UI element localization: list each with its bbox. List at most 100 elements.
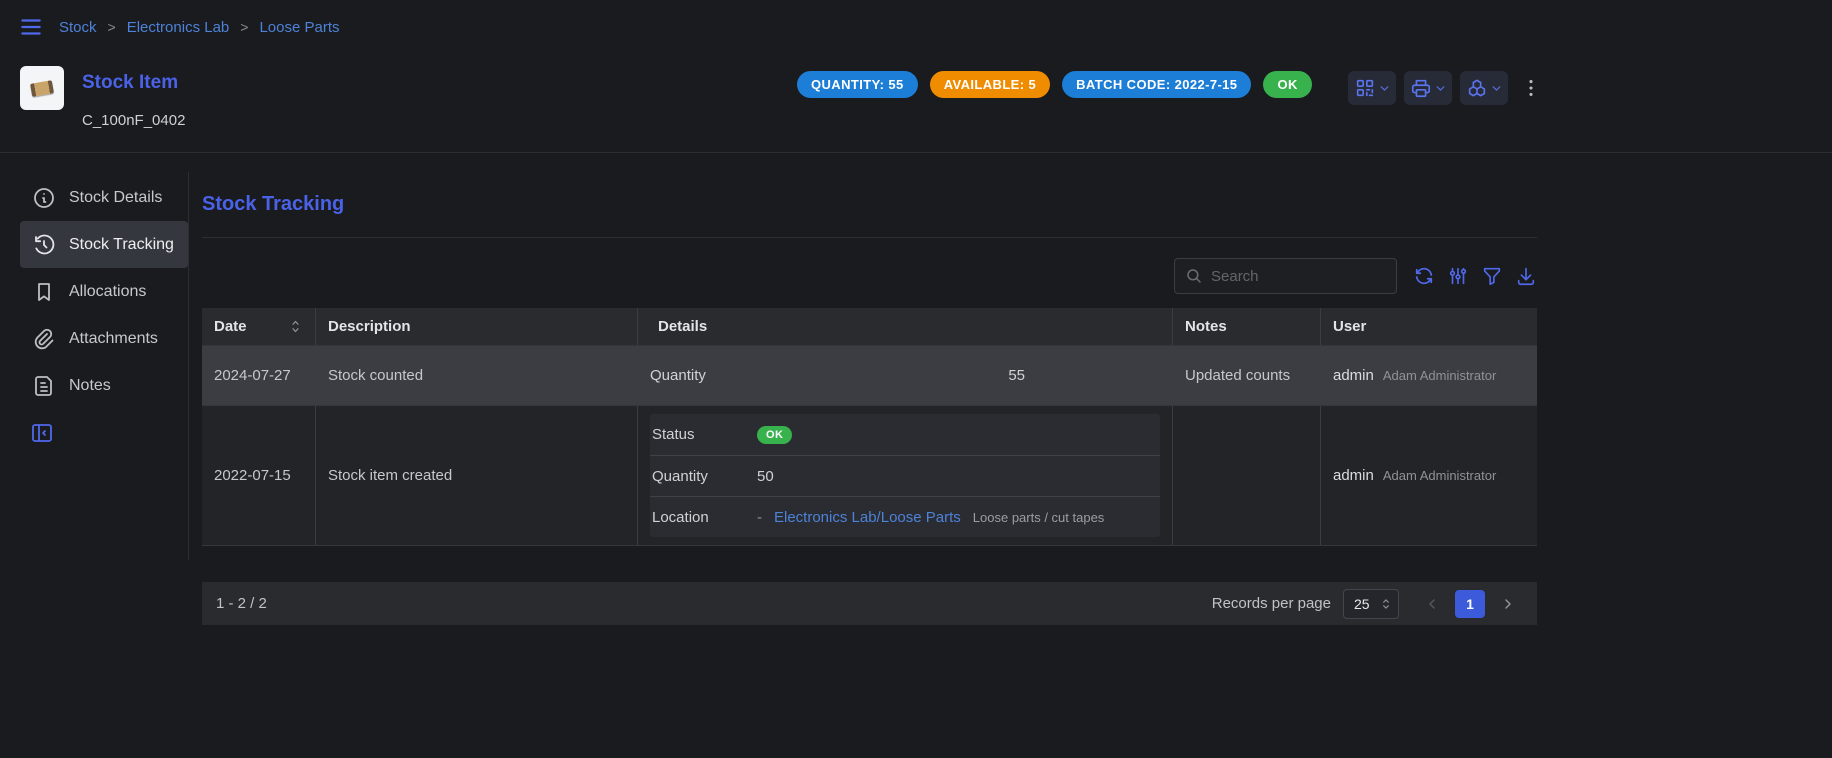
- header-actions: [1348, 71, 1544, 105]
- print-actions-button[interactable]: [1404, 71, 1452, 105]
- cell-details: Quantity55: [637, 346, 1172, 405]
- breadcrumb-loose-parts[interactable]: Loose Parts: [259, 19, 339, 36]
- sidebar-item-stock-details[interactable]: Stock Details: [20, 174, 188, 221]
- cell-user: adminAdam Administrator: [1320, 406, 1537, 545]
- panel-title: Stock Tracking: [202, 193, 1537, 216]
- details-subtable: StatusOKQuantity50Location-Electronics L…: [650, 414, 1160, 537]
- username: admin: [1333, 467, 1374, 484]
- table-toolbar: [202, 258, 1537, 294]
- column-header-details[interactable]: Details: [637, 308, 1172, 345]
- menu-icon[interactable]: [18, 14, 44, 40]
- cell-date: 2022-07-15: [202, 406, 315, 545]
- search-input[interactable]: [1211, 268, 1386, 285]
- detail-row: Quantity50: [650, 455, 1160, 496]
- sidebar-item-attachments[interactable]: Attachments: [20, 315, 188, 362]
- stock-item-thumbnail[interactable]: [20, 66, 64, 110]
- table-row[interactable]: 2022-07-15Stock item createdStatusOKQuan…: [202, 405, 1537, 545]
- capacitor-image: [30, 80, 54, 97]
- chevron-down-icon: [1378, 82, 1391, 95]
- breadcrumb-stock[interactable]: Stock: [59, 19, 97, 36]
- search-icon: [1185, 267, 1203, 285]
- column-header-notes[interactable]: Notes: [1172, 308, 1320, 345]
- previous-page-icon[interactable]: [1417, 590, 1447, 618]
- status-badge: BATCH CODE: 2022-7-15: [1062, 71, 1251, 98]
- cell-notes: Updated counts: [1172, 346, 1320, 405]
- location-link[interactable]: Electronics Lab/Loose Parts: [774, 509, 961, 526]
- header-badges: QUANTITY: 55 AVAILABLE: 5 BATCH CODE: 2022…: [797, 71, 1312, 98]
- detail-label: Quantity: [650, 367, 755, 384]
- detail-dash: -: [757, 509, 762, 526]
- column-header-description[interactable]: Description: [315, 308, 637, 345]
- pagination: 1: [1417, 590, 1523, 618]
- sidebar-item-label: Notes: [69, 377, 111, 395]
- hexagons-icon: [1466, 77, 1488, 99]
- sidebar-items: Stock Details Stock Tracking Allocations At…: [20, 174, 188, 409]
- detail-value: 55: [755, 367, 1025, 384]
- sidebar-item-label: Allocations: [69, 283, 146, 301]
- stock-operations-button[interactable]: [1460, 71, 1508, 105]
- download-icon[interactable]: [1515, 265, 1537, 287]
- sidebar: Stock Details Stock Tracking Allocations At…: [20, 174, 188, 445]
- cell-date: 2024-07-27: [202, 346, 315, 405]
- ok-status-badge: OK: [757, 426, 792, 444]
- main-panel: Stock Tracking DateDescriptionDetai: [202, 172, 1537, 625]
- selector-icon: [1379, 597, 1393, 611]
- search-box: [1174, 258, 1397, 294]
- panel-divider: [202, 237, 1537, 238]
- breadcrumb-separator: >: [240, 19, 248, 35]
- refresh-icon[interactable]: [1413, 265, 1435, 287]
- bookmark-icon: [32, 280, 56, 304]
- sidebar-item-label: Stock Tracking: [69, 236, 174, 254]
- tracking-table: DateDescriptionDetailsNotesUser2024-07-2…: [202, 308, 1537, 546]
- cell-notes: [1172, 406, 1320, 545]
- sidebar-divider: [188, 172, 189, 560]
- sidebar-item-label: Attachments: [69, 330, 158, 348]
- location-description: Loose parts / cut tapes: [973, 510, 1105, 525]
- detail-label: Location: [652, 509, 757, 526]
- records-per-page-select[interactable]: 25: [1343, 589, 1399, 619]
- page-1-button[interactable]: 1: [1455, 590, 1485, 618]
- cell-user: adminAdam Administrator: [1320, 346, 1537, 405]
- note-icon: [32, 374, 56, 398]
- part-name: C_100nF_0402: [82, 112, 185, 129]
- cell-details: StatusOKQuantity50Location-Electronics L…: [637, 406, 1172, 545]
- sidebar-item-stock-tracking[interactable]: Stock Tracking: [20, 221, 188, 268]
- status-badge: OK: [1263, 71, 1311, 98]
- detail-row: Quantity55: [650, 367, 1160, 384]
- cell-description: Stock counted: [315, 346, 637, 405]
- detail-row: Location-Electronics Lab/Loose Parts Loos…: [650, 496, 1160, 537]
- sidebar-item-allocations[interactable]: Allocations: [20, 268, 188, 315]
- status-badge: AVAILABLE: 5: [930, 71, 1050, 98]
- filter-icon[interactable]: [1481, 265, 1503, 287]
- records-per-page-value: 25: [1354, 596, 1370, 612]
- breadcrumb: Stock > Electronics Lab > Loose Parts: [59, 19, 340, 36]
- sort-icon: [288, 319, 303, 334]
- table-columns-icon[interactable]: [1447, 265, 1469, 287]
- more-options-button[interactable]: [1518, 75, 1544, 101]
- column-header-date[interactable]: Date: [202, 308, 315, 345]
- barcode-actions-button[interactable]: [1348, 71, 1396, 105]
- table-footer: 1 - 2 / 2 Records per page 25 1: [202, 582, 1537, 625]
- detail-row: StatusOK: [650, 414, 1160, 455]
- topbar: Stock > Electronics Lab > Loose Parts: [0, 0, 1832, 54]
- dots-vertical-icon: [1520, 77, 1542, 99]
- detail-label: Status: [652, 426, 757, 443]
- records-per-page-label: Records per page: [1212, 595, 1331, 612]
- next-page-icon[interactable]: [1493, 590, 1523, 618]
- column-header-user[interactable]: User: [1320, 308, 1537, 345]
- status-badge: QUANTITY: 55: [797, 71, 918, 98]
- sidebar-item-notes[interactable]: Notes: [20, 362, 188, 409]
- breadcrumb-separator: >: [108, 19, 116, 35]
- collapse-sidebar-icon[interactable]: [30, 421, 54, 445]
- paperclip-icon: [32, 327, 56, 351]
- info-circle-icon: [32, 186, 56, 210]
- chevron-down-icon: [1434, 82, 1447, 95]
- breadcrumb-electronics-lab[interactable]: Electronics Lab: [127, 19, 230, 36]
- detail-value: 50: [757, 468, 774, 485]
- printer-icon: [1410, 77, 1432, 99]
- record-range: 1 - 2 / 2: [216, 595, 267, 612]
- table-row[interactable]: 2024-07-27Stock counted Quantity55 Updated…: [202, 345, 1537, 405]
- detail-label: Quantity: [652, 468, 757, 485]
- barcode-qr-icon: [1354, 77, 1376, 99]
- table-header-row: DateDescriptionDetailsNotesUser: [202, 308, 1537, 345]
